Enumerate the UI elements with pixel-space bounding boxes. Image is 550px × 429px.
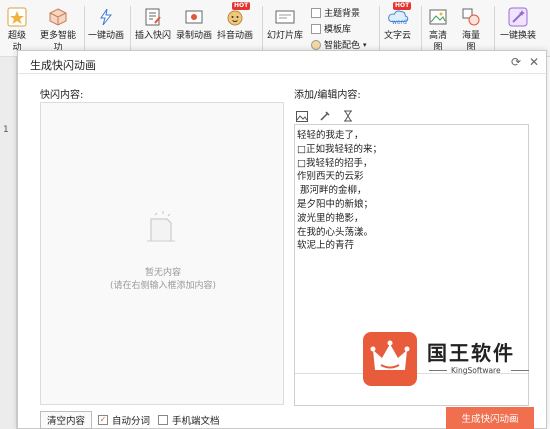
- cube-icon: [47, 6, 69, 28]
- magic-wand-icon: [507, 6, 529, 28]
- ribbon-divider: [494, 6, 495, 50]
- slide-thumbnail-strip: 1: [0, 57, 17, 429]
- more-smart-button[interactable]: 更多智能 功: [40, 6, 76, 54]
- template-lib-label: 模板库: [324, 25, 352, 35]
- record-anim-label: 录制动画: [176, 31, 213, 41]
- edit-content-label: 添加/编辑内容:: [294, 90, 361, 101]
- auto-split-checkbox[interactable]: ✓ 自动分词: [98, 413, 150, 427]
- flash-preview-panel: 暂无内容 (请在右侧输入框添加内容): [40, 102, 284, 405]
- refresh-icon[interactable]: ⟳: [509, 55, 523, 69]
- shapes-icon: [460, 6, 482, 28]
- text-cloud-label: 文字云: [384, 31, 412, 41]
- mobile-portrait-checkbox[interactable]: 手机端文档: [158, 413, 220, 427]
- clear-content-button[interactable]: 清空内容: [40, 411, 92, 429]
- auto-split-label: 自动分词: [112, 416, 151, 427]
- watermark-en: KingSoftware: [451, 366, 501, 375]
- editor-line: 那河畔的金柳，: [297, 185, 367, 197]
- video-record-icon: [183, 6, 205, 28]
- editor-line: □正如我轻轻的来；: [297, 143, 382, 155]
- editor-line: 作别西天的云彩: [297, 171, 364, 183]
- crown-logo-icon: [363, 332, 417, 386]
- chevron-down-icon: ▾: [363, 40, 367, 49]
- word-badge: word: [392, 19, 407, 26]
- ribbon-divider: [379, 6, 380, 50]
- ribbon-divider: [262, 6, 263, 50]
- douyin-anim-label: 抖音动画: [217, 31, 254, 41]
- more-smart-label: 更多智能: [40, 31, 77, 41]
- one-key-swap-label: 一键换装: [500, 31, 537, 41]
- massive-image-button[interactable]: 海量 图: [460, 6, 482, 54]
- super-button[interactable]: 超级 动: [6, 6, 28, 54]
- star-icon: [6, 6, 28, 28]
- empty-state-hint: (请在右侧输入框添加内容): [109, 281, 217, 291]
- insert-flash-button[interactable]: 插入快闪: [135, 6, 171, 42]
- editor-line: 波光里的艳影，: [297, 212, 364, 224]
- empty-document-icon: [145, 207, 177, 247]
- massive-label: 海量: [461, 31, 480, 41]
- dialog-divider: [18, 73, 548, 74]
- unchecked-box: [158, 415, 168, 425]
- slide-lib-label: 幻灯片库: [267, 31, 304, 41]
- one-key-anim-label: 一键动画: [88, 31, 125, 41]
- editor-line: 在我的心头荡漾。: [297, 226, 374, 238]
- watermark-dash: [511, 370, 529, 371]
- editor-line: □我轻轻的招手，: [297, 157, 373, 169]
- slide-lib-button[interactable]: 幻灯片库: [267, 6, 303, 42]
- template-lib-button[interactable]: 模板库: [311, 22, 351, 35]
- watermark-name: 国王软件: [427, 341, 515, 365]
- record-anim-button[interactable]: 录制动画: [176, 6, 212, 42]
- hd-image-button[interactable]: 高清 图: [427, 6, 449, 54]
- checkmark-icon: ✓: [98, 415, 108, 425]
- palette-icon: [311, 39, 321, 50]
- mobile-portrait-label: 手机端文档: [172, 416, 220, 427]
- dialog-title: 生成快闪动画: [30, 59, 96, 72]
- flash-content-label: 快闪内容:: [40, 90, 84, 101]
- douyin-anim-button[interactable]: 抖音动画: [217, 6, 253, 42]
- hot-badge: HOT: [232, 2, 251, 10]
- template-lib-icon: [311, 23, 321, 34]
- theme-bg-icon: [311, 7, 321, 18]
- editor-line: 轻轻的我走了，: [297, 130, 364, 141]
- slides-icon: [274, 6, 296, 28]
- hot-badge: HOT: [393, 2, 412, 10]
- ribbon-divider: [130, 6, 131, 50]
- ribbon-divider: [84, 6, 85, 50]
- editor-line: 软泥上的青荇: [297, 240, 355, 252]
- hd-label: 高清: [428, 31, 447, 41]
- hourglass-icon[interactable]: [341, 109, 355, 123]
- one-key-anim-button[interactable]: 一键动画: [88, 6, 124, 42]
- ribbon-divider: [421, 6, 422, 50]
- close-icon[interactable]: ✕: [527, 55, 541, 69]
- empty-state-text: 暂无内容: [144, 268, 181, 278]
- picture-icon: [427, 6, 449, 28]
- image-icon[interactable]: [295, 109, 309, 123]
- generate-flash-button[interactable]: 生成快闪动画: [446, 407, 534, 429]
- theme-bg-button[interactable]: 主题背景: [311, 6, 360, 19]
- slide-number: 1: [3, 125, 9, 135]
- watermark-dash: [429, 370, 447, 371]
- super-label: 超级: [7, 31, 26, 41]
- theme-bg-label: 主题背景: [324, 9, 361, 19]
- eyedropper-icon[interactable]: [318, 109, 332, 123]
- one-key-swap-button[interactable]: 一键换装: [500, 6, 536, 42]
- editor-toolbar: [295, 109, 355, 123]
- editor-line: 是夕阳中的新娘；: [297, 199, 374, 210]
- document-edit-icon: [142, 6, 164, 28]
- ribbon-toolbar: 超级 动 更多智能 功 一键动画 插入快闪 录制动画 抖音动画 HOT 幻灯片库…: [0, 0, 550, 57]
- watermark-logo: 国王软件 KingSoftware: [363, 332, 533, 402]
- lightning-icon: [95, 6, 117, 28]
- insert-flash-label: 插入快闪: [135, 31, 172, 41]
